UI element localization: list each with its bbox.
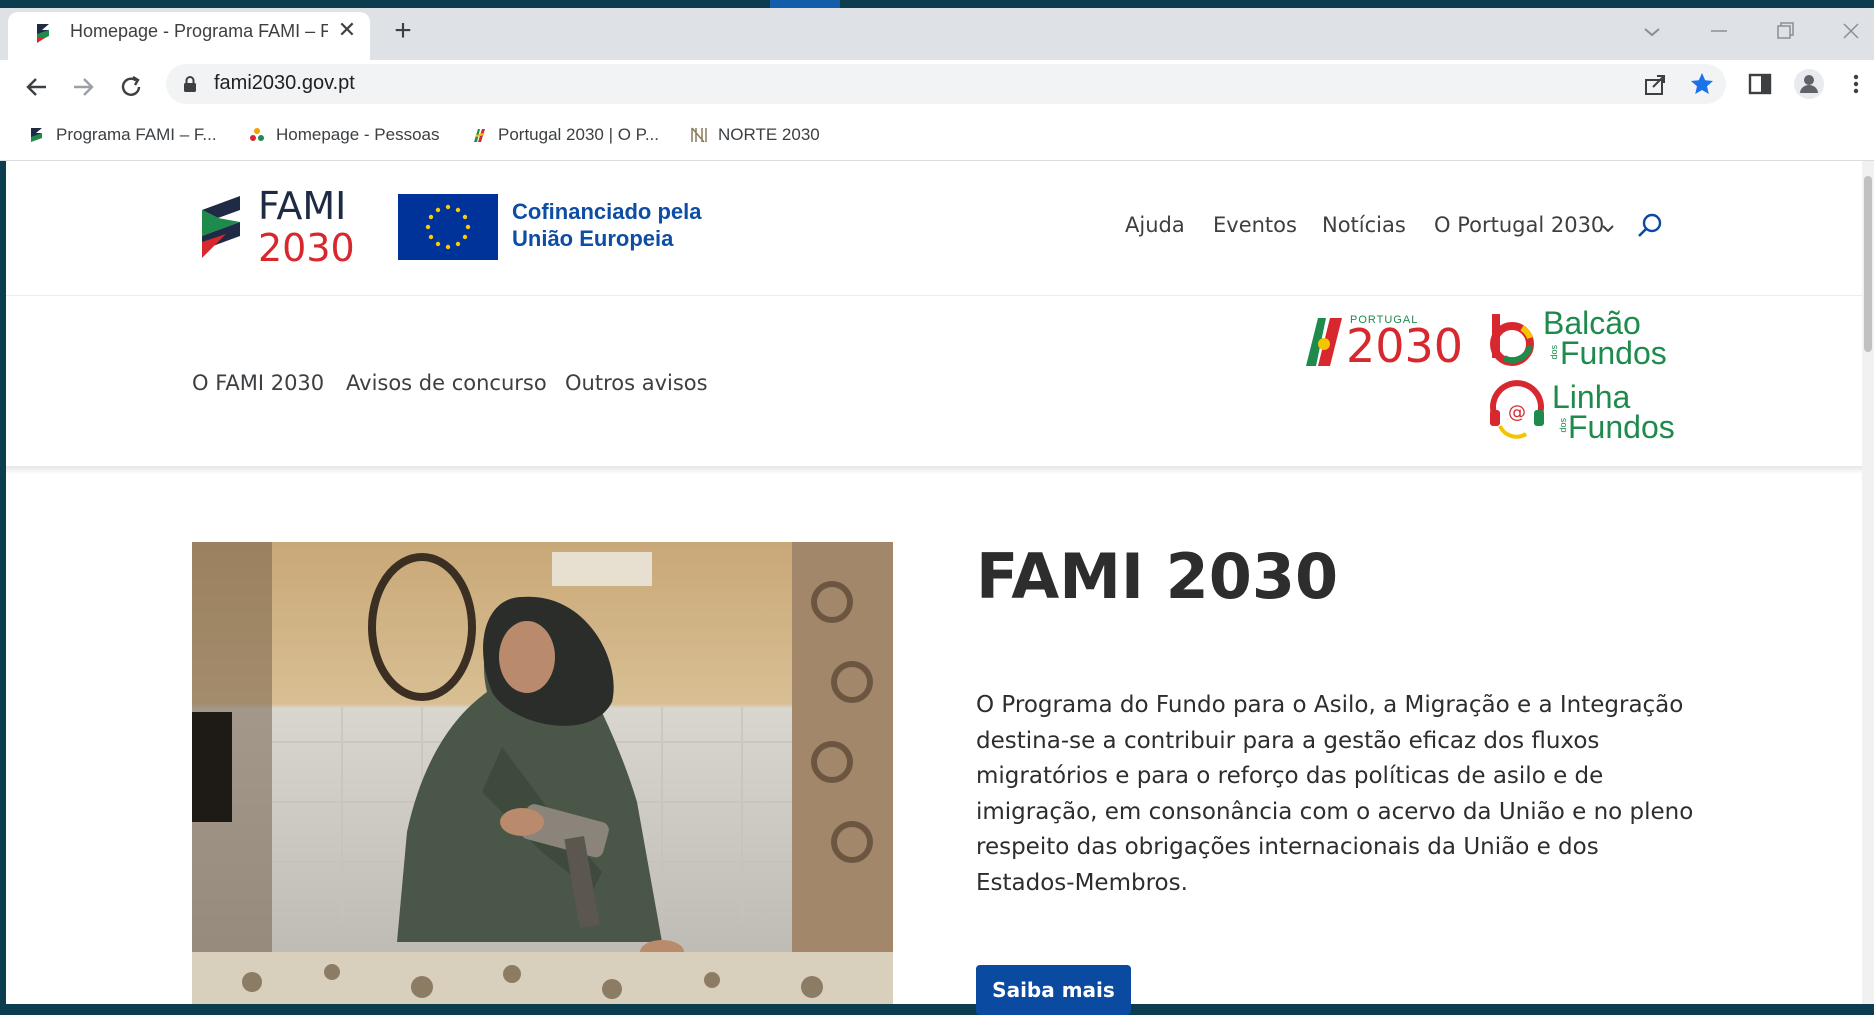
scrollbar-thumb[interactable] — [1864, 176, 1872, 352]
reload-icon[interactable] — [114, 70, 148, 104]
header-divider — [6, 295, 1862, 296]
bookmark-portugal2030[interactable]: Portugal 2030 | O P... — [470, 120, 659, 150]
pessoas-bookmark-icon — [250, 128, 264, 141]
search-icon[interactable] — [1636, 212, 1664, 240]
window-accent — [770, 0, 840, 8]
nav-noticias[interactable]: Notícias — [1322, 213, 1406, 237]
bookmark-norte2030[interactable]: NORTE 2030 — [690, 120, 820, 150]
eu-cofinanced-line2: União Europeia — [512, 226, 674, 251]
bookmark-label: NORTE 2030 — [718, 125, 820, 144]
profile-icon[interactable] — [1793, 68, 1825, 100]
linha-line2[interactable]: Fundos — [1568, 410, 1675, 444]
chevron-down-icon[interactable] — [1601, 222, 1615, 236]
address-bar[interactable] — [166, 64, 1726, 104]
nav-portugal2030[interactable]: O Portugal 2030 — [1434, 213, 1604, 237]
nav-eventos[interactable]: Eventos — [1213, 213, 1297, 237]
eu-cofinanced-line1: Cofinanciado pela — [512, 199, 702, 224]
bookmark-label: Portugal 2030 | O P... — [498, 125, 659, 144]
subnav-fami2030[interactable]: O FAMI 2030 — [192, 371, 324, 395]
minimize-icon[interactable] — [1706, 18, 1732, 44]
lock-icon[interactable] — [183, 76, 197, 92]
close-tab-icon[interactable]: ✕ — [334, 17, 360, 43]
hero-paragraph: O Programa do Fundo para o Asilo, a Migr… — [976, 692, 1694, 896]
fami-logo-year[interactable]: 2030 — [258, 228, 355, 268]
fami-logo-mark-icon[interactable] — [198, 192, 244, 262]
subnav-outros-avisos[interactable]: Outros avisos — [565, 371, 708, 395]
norte2030-bookmark-icon — [691, 127, 707, 143]
side-panel-icon[interactable] — [1748, 72, 1772, 96]
star-icon[interactable] — [1688, 70, 1716, 98]
linha-logo-icon: @ — [1490, 380, 1544, 439]
portugal2030-flag-icon — [1306, 318, 1342, 366]
restore-icon[interactable] — [1772, 18, 1798, 44]
fami-logo-text[interactable]: FAMI — [258, 186, 346, 226]
portugal2030-year[interactable]: 2030 — [1346, 322, 1463, 370]
balcao-logo-icon — [1490, 314, 1534, 366]
tab-title: Homepage - Programa FAMI – Fundo — [70, 21, 328, 41]
bookmark-fami[interactable]: Programa FAMI – F... — [28, 120, 217, 150]
window-top-edge — [0, 0, 1874, 8]
fami-bookmark-icon — [31, 128, 42, 142]
bookmark-label: Homepage - Pessoas — [276, 125, 440, 144]
eu-flag-icon — [398, 194, 498, 260]
close-window-icon[interactable] — [1838, 18, 1864, 44]
menu-icon[interactable] — [1844, 72, 1868, 96]
subnav-shadow — [6, 466, 1862, 474]
nav-ajuda[interactable]: Ajuda — [1125, 213, 1185, 237]
bookmark-pessoas[interactable]: Homepage - Pessoas — [248, 120, 439, 150]
portugal2030-bookmark-icon — [474, 129, 485, 142]
fami-favicon-icon — [37, 24, 49, 43]
linha-dos: dos — [1558, 418, 1568, 433]
url-text[interactable]: fami2030.gov.pt — [214, 72, 355, 95]
new-tab-button[interactable]: + — [388, 16, 418, 46]
balcao-dos: dos — [1549, 345, 1559, 360]
saiba-mais-button[interactable]: Saiba mais — [976, 965, 1131, 1015]
forward-icon[interactable] — [66, 70, 100, 104]
share-icon[interactable] — [1641, 70, 1669, 98]
svg-text:@: @ — [1508, 402, 1526, 423]
hero-title: FAMI 2030 — [976, 540, 1339, 613]
hero-photo-woman-drilling — [192, 542, 893, 1004]
back-icon[interactable] — [20, 70, 54, 104]
subnav-avisos-concurso[interactable]: Avisos de concurso — [346, 371, 547, 395]
bookmark-label: Programa FAMI – F... — [56, 125, 217, 144]
balcao-line2[interactable]: Fundos — [1560, 336, 1667, 370]
tab-search-chevron-icon[interactable] — [1640, 20, 1664, 44]
